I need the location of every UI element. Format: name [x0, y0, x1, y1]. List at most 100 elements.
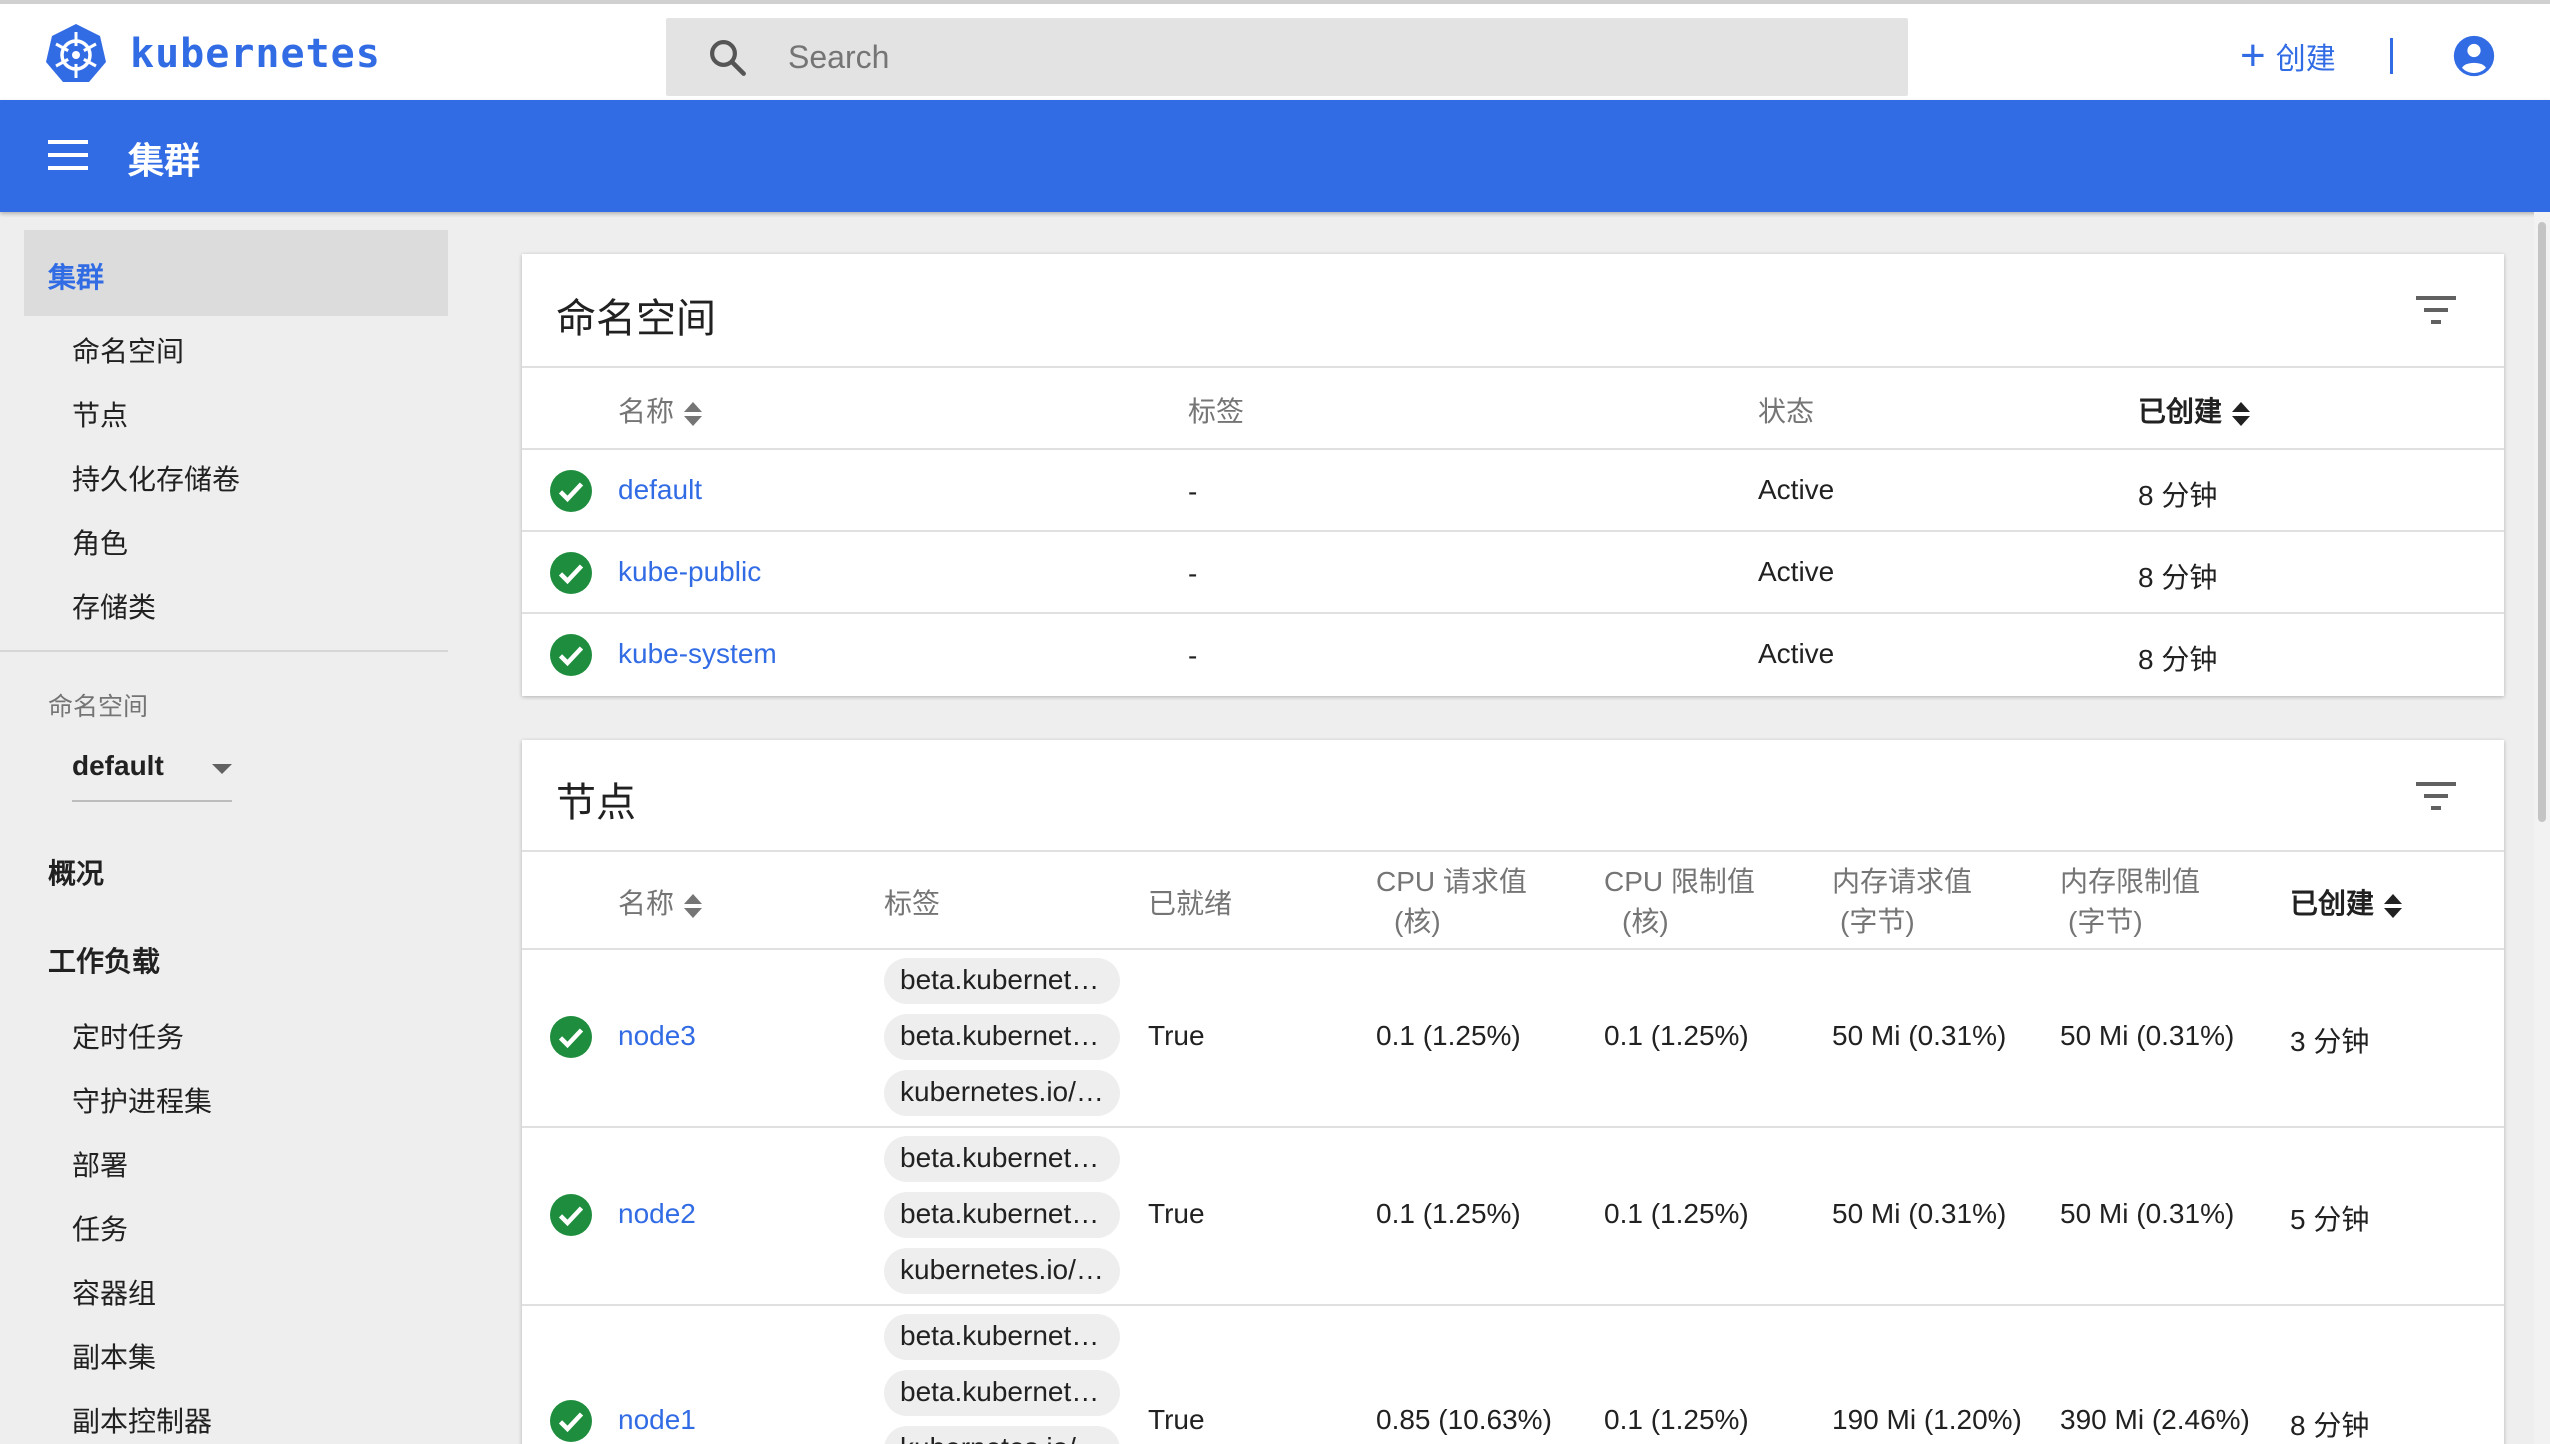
column-header-labels: 标签 — [1188, 396, 1245, 427]
column-header-created[interactable]: 已创建 — [2138, 390, 2251, 430]
create-label: 创建 — [2275, 43, 2336, 76]
column-header-cpu-limits: CPU 限制值 (核) — [1604, 866, 1755, 937]
namespace-link[interactable]: kube-public — [618, 556, 761, 588]
divider — [2390, 38, 2393, 74]
cpu-requests-value: 0.1 (1.25%) — [1376, 1198, 1521, 1229]
label-chip: beta.kubernetes.. — [884, 1192, 1120, 1238]
label-chip: kubernetes.io/h... — [884, 1070, 1120, 1116]
namespace-value: default — [72, 750, 164, 781]
labels-value: - — [1188, 640, 1198, 671]
scrollbar[interactable] — [2534, 212, 2550, 1444]
sort-icon — [684, 400, 703, 428]
nodes-card: 节点 名称 标签 已就绪 CPU 请求值 (核) CPU 限制值 (核) 内存请求值… — [522, 740, 2504, 1444]
status-ok-icon — [550, 552, 592, 594]
sidebar-item-daemonsets[interactable]: 守护进程集 — [72, 1080, 212, 1120]
sidebar-item-replicasets[interactable]: 副本集 — [72, 1336, 156, 1376]
cpu-limits-value: 0.1 (1.25%) — [1604, 1020, 1749, 1051]
sort-icon — [684, 892, 703, 920]
column-header-labels: 标签 — [884, 888, 941, 919]
created-value: 5 分钟 — [2290, 1204, 2370, 1235]
cpu-requests-value: 0.85 (10.63%) — [1376, 1404, 1552, 1435]
memory-requests-value: 50 Mi (0.31%) — [1832, 1020, 2007, 1051]
sidebar-item-label: 集群 — [48, 262, 105, 293]
sidebar-item-pods[interactable]: 容器组 — [72, 1272, 156, 1312]
search-bar[interactable] — [666, 18, 1908, 96]
ready-value: True — [1148, 1198, 1205, 1229]
card-title: 节点 — [556, 781, 636, 825]
ready-value: True — [1148, 1404, 1205, 1435]
sidebar-item-deployments[interactable]: 部署 — [72, 1144, 128, 1184]
label-chip: kubernetes.io/h... — [884, 1426, 1120, 1444]
namespace-label: 命名空间 — [48, 693, 149, 721]
column-header-ready: 已就绪 — [1148, 888, 1233, 919]
sidebar-item-replication-controllers[interactable]: 副本控制器 — [72, 1400, 212, 1440]
column-header-memory-limits: 内存限制值 (字节) — [2060, 866, 2201, 937]
cpu-limits-value: 0.1 (1.25%) — [1604, 1404, 1749, 1435]
label-chip: beta.kubernetes.. — [884, 1314, 1120, 1360]
status-ok-icon — [550, 634, 592, 676]
namespace-link[interactable]: default — [618, 474, 702, 506]
column-header-status: 状态 — [1758, 396, 1815, 427]
create-button[interactable]: + 创建 — [2240, 34, 2336, 78]
node-link[interactable]: node3 — [618, 1020, 696, 1052]
created-value: 8 分钟 — [2138, 480, 2218, 511]
memory-requests-value: 190 Mi (1.20%) — [1832, 1404, 2022, 1435]
logo[interactable]: kubernetes — [44, 22, 381, 86]
kubernetes-logo-icon — [46, 24, 106, 82]
column-header-created[interactable]: 已创建 — [2290, 882, 2403, 922]
sidebar-item-jobs[interactable]: 任务 — [72, 1208, 128, 1248]
memory-limits-value: 50 Mi (0.31%) — [2060, 1198, 2235, 1229]
created-value: 8 分钟 — [2138, 562, 2218, 593]
sidebar-item-workloads[interactable]: 工作负载 — [48, 940, 160, 980]
namespace-link[interactable]: kube-system — [618, 638, 777, 670]
search-icon — [710, 40, 746, 76]
labels-value: - — [1188, 476, 1198, 507]
column-header-name[interactable]: 名称 — [618, 882, 703, 922]
column-header-name[interactable]: 名称 — [618, 390, 703, 430]
label-chip: beta.kubernetes.. — [884, 1370, 1120, 1416]
memory-requests-value: 50 Mi (0.31%) — [1832, 1198, 2007, 1229]
sidebar-item-namespaces[interactable]: 命名空间 — [72, 330, 184, 370]
created-value: 8 分钟 — [2290, 1410, 2370, 1441]
sidebar-item-storage-classes[interactable]: 存储类 — [72, 586, 156, 626]
created-value: 8 分钟 — [2138, 644, 2218, 675]
filter-icon[interactable] — [2416, 296, 2456, 324]
plus-icon: + — [2240, 31, 2266, 80]
card-title: 命名空间 — [556, 297, 716, 341]
cpu-requests-value: 0.1 (1.25%) — [1376, 1020, 1521, 1051]
scrollbar-thumb[interactable] — [2538, 222, 2546, 822]
node-link[interactable]: node1 — [618, 1404, 696, 1436]
page-header: 集群 — [0, 100, 2550, 212]
memory-limits-value: 50 Mi (0.31%) — [2060, 1020, 2235, 1051]
sidebar-item-overview[interactable]: 概况 — [48, 852, 104, 892]
node-link[interactable]: node2 — [618, 1198, 696, 1230]
sidebar-item-cluster[interactable]: 集群 — [24, 230, 448, 316]
status-ok-icon — [550, 1194, 592, 1236]
chevron-down-icon — [212, 764, 232, 774]
menu-icon[interactable] — [48, 140, 88, 170]
created-value: 3 分钟 — [2290, 1026, 2370, 1057]
status-ok-icon — [550, 1016, 592, 1058]
namespace-select[interactable]: default — [72, 750, 232, 802]
namespaces-card: 命名空间 名称 标签 状态 已创建 default - Active 8 分钟 … — [522, 254, 2504, 696]
status-ok-icon — [550, 1400, 592, 1442]
sidebar-item-roles[interactable]: 角色 — [72, 522, 128, 562]
search-input[interactable] — [788, 38, 1788, 76]
sidebar: 集群 命名空间 节点 持久化存储卷 角色 存储类 命名空间 default 概况… — [0, 212, 448, 1444]
label-chip: beta.kubernetes.. — [884, 1014, 1120, 1060]
sort-icon — [2384, 892, 2403, 920]
top-bar: kubernetes + 创建 — [0, 0, 2550, 100]
labels-value: - — [1188, 558, 1198, 589]
sidebar-divider — [0, 650, 448, 652]
account-icon[interactable] — [2452, 34, 2496, 78]
label-chip: beta.kubernetes.. — [884, 958, 1120, 1004]
label-chip: kubernetes.io/h... — [884, 1248, 1120, 1294]
app-name: kubernetes — [130, 31, 381, 77]
sidebar-item-cronjobs[interactable]: 定时任务 — [72, 1016, 184, 1056]
status-value: Active — [1758, 556, 1835, 587]
ready-value: True — [1148, 1020, 1205, 1051]
sidebar-item-persistent-volumes[interactable]: 持久化存储卷 — [72, 458, 240, 498]
page-title: 集群 — [128, 140, 201, 181]
filter-icon[interactable] — [2416, 782, 2456, 810]
sidebar-item-nodes[interactable]: 节点 — [72, 394, 128, 434]
